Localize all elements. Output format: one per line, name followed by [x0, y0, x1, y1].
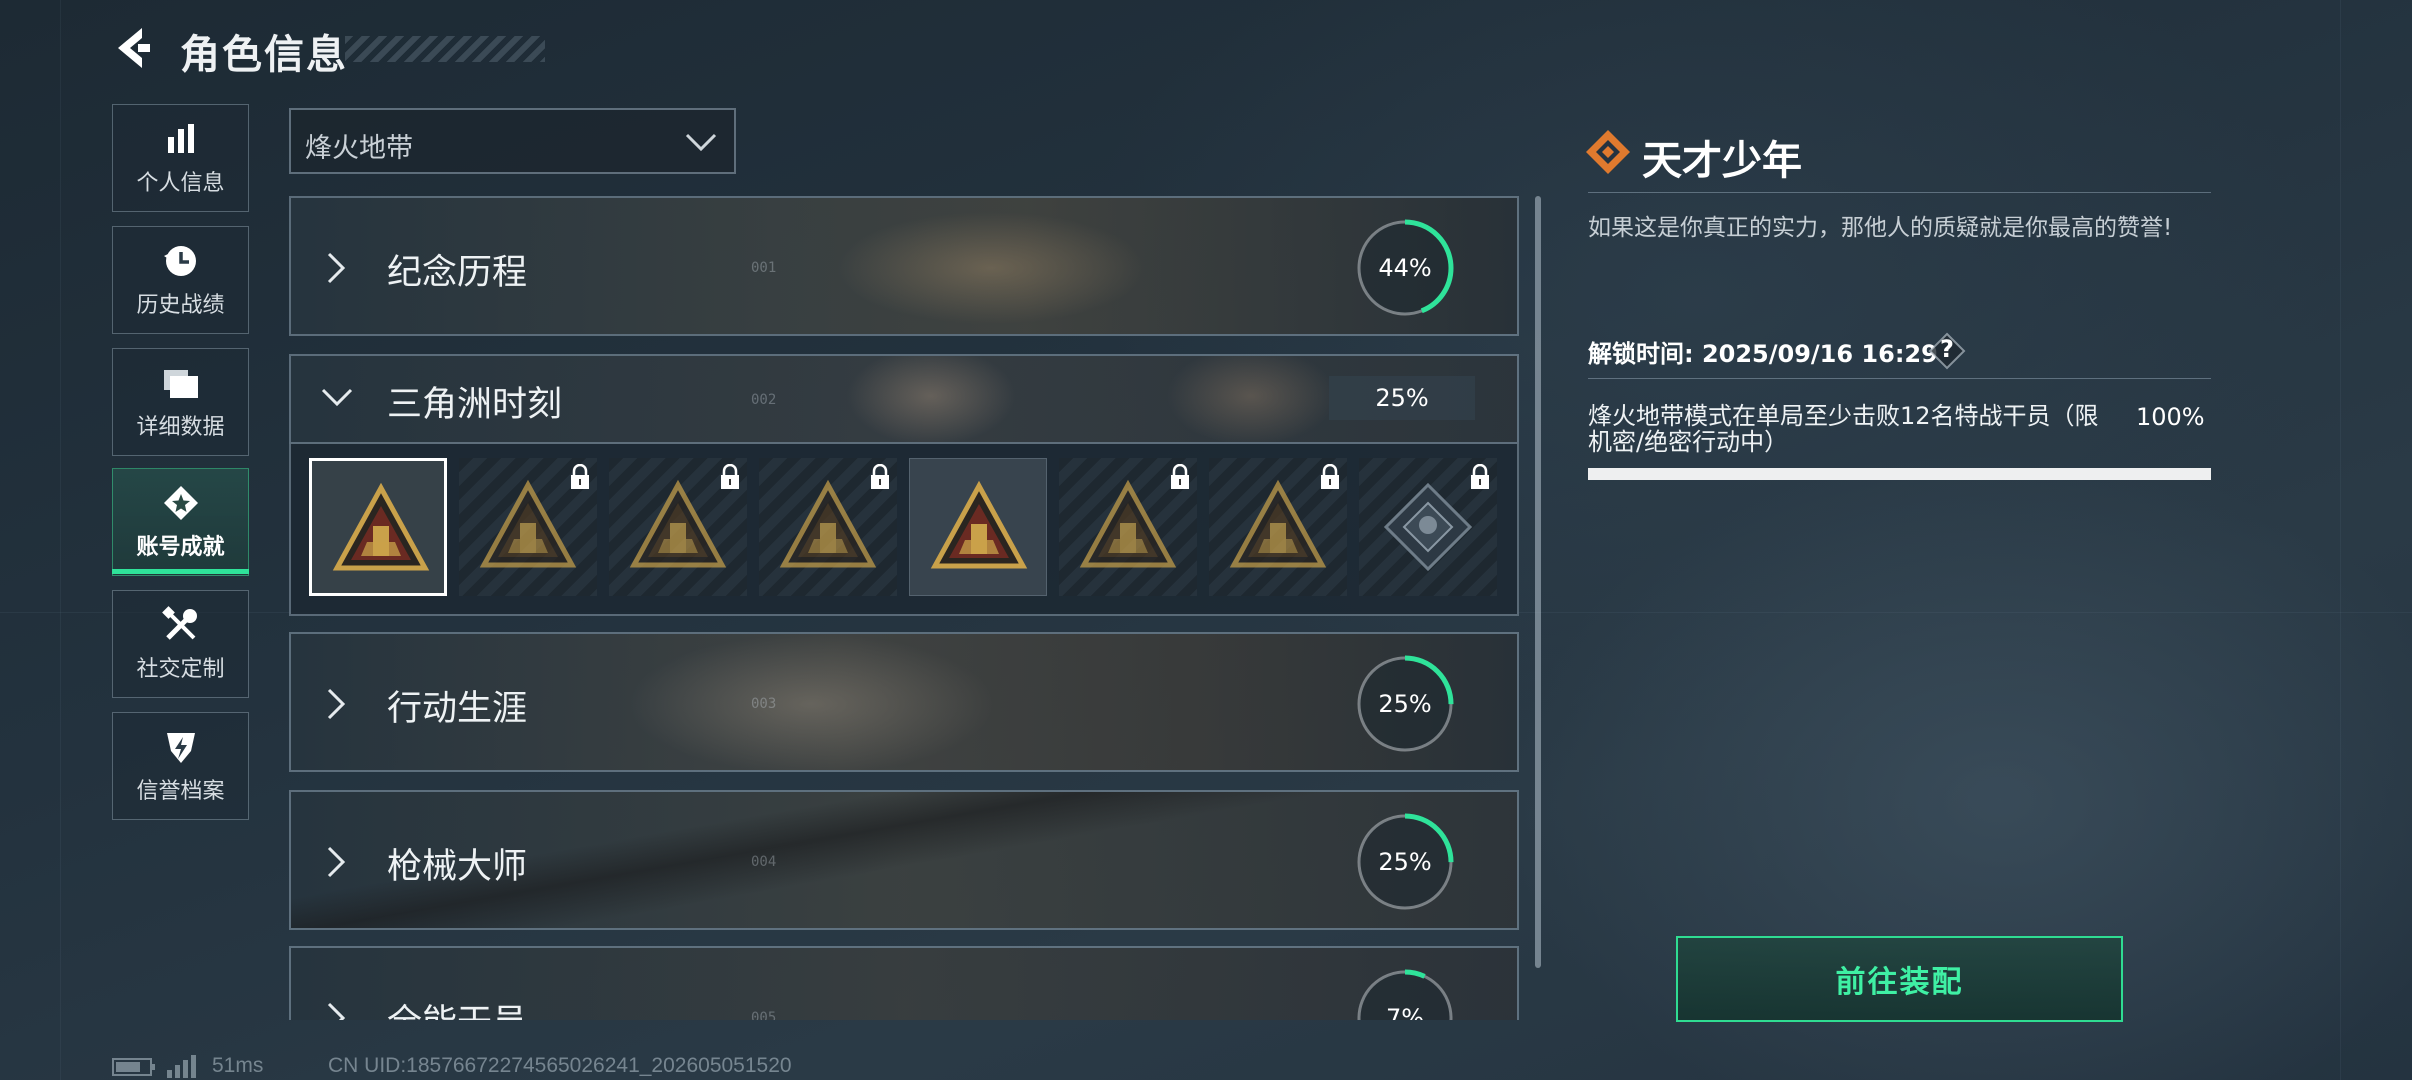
- category-number: 002: [751, 392, 777, 408]
- chevron-right-icon: [327, 688, 346, 720]
- chevron-right-icon: [327, 1002, 346, 1020]
- nav-history[interactable]: 历史战绩: [112, 226, 249, 334]
- history-clock-icon: [161, 241, 201, 281]
- nav-label: 社交定制: [136, 657, 225, 682]
- achievement-description: 如果这是你真正的实力，那他人的质疑就是你最高的赞誉!: [1588, 215, 2173, 241]
- category-label: 枪械大师: [387, 847, 528, 887]
- uid-text: CN UID:18576672274565026241_202605051520: [328, 1054, 792, 1077]
- progress-percent: 25%: [1378, 848, 1432, 876]
- progress-ring: 25%: [1355, 654, 1455, 754]
- lock-icon: [1321, 464, 1339, 489]
- signal-icon: [167, 1055, 196, 1078]
- help-button[interactable]: ?: [1928, 332, 1966, 370]
- progress-ring: 25%: [1355, 812, 1455, 912]
- category-number: 004: [751, 854, 777, 870]
- achievement-title: 天才少年: [1642, 138, 1802, 184]
- nav-reputation[interactable]: 信誉档案: [112, 712, 249, 820]
- badge-tile[interactable]: [909, 458, 1047, 596]
- badge-tile[interactable]: [1209, 458, 1347, 596]
- category-row-operation-career[interactable]: 行动生涯 003 25%: [289, 632, 1519, 772]
- nav-account-achievements[interactable]: 账号成就: [112, 468, 249, 576]
- chevron-down-icon: [321, 388, 353, 407]
- category-label: 三角洲时刻: [387, 385, 563, 425]
- help-label: ?: [1940, 335, 1954, 363]
- battery-icon: [112, 1058, 155, 1076]
- bar-chart-icon: [161, 119, 201, 159]
- badge-tile[interactable]: [459, 458, 597, 596]
- page-title: 角色信息: [180, 32, 348, 78]
- unlock-time: 解锁时间: 2025/09/16 16:29: [1588, 340, 1938, 368]
- nav-label: 信誉档案: [136, 779, 225, 804]
- nav-label: 账号成就: [136, 535, 225, 560]
- nav-active-indicator: [112, 569, 249, 574]
- achievement-diamond-icon: [1586, 130, 1630, 174]
- lock-icon: [871, 464, 889, 489]
- tower-badge-icon: [332, 482, 430, 571]
- category-row-weapon-master[interactable]: 枪械大师 004 25%: [289, 790, 1519, 930]
- badge-tile[interactable]: [759, 458, 897, 596]
- category-label: 纪念历程: [387, 253, 528, 293]
- progress-percent: 25%: [1329, 376, 1475, 420]
- list-scrollbar[interactable]: [1535, 196, 1541, 968]
- ping-text: 51ms: [212, 1054, 264, 1077]
- soldiers-badge-icon: [1079, 479, 1177, 568]
- vault-badge-icon: [479, 479, 577, 568]
- rose-badge-icon: [1383, 482, 1473, 572]
- lock-icon: [721, 464, 739, 489]
- achievement-star-icon: [161, 483, 201, 523]
- back-icon[interactable]: [112, 26, 154, 70]
- reputation-shield-icon: [161, 727, 201, 767]
- progress-percent: 44%: [1378, 254, 1432, 282]
- requirement-progress-bar: [1588, 468, 2211, 480]
- lock-icon: [1471, 464, 1489, 489]
- progress-ring: 7%: [1355, 968, 1455, 1020]
- requirement-progress: 100%: [2136, 403, 2205, 431]
- requirement-text: 烽火地带模式在单局至少击败12名特战干员（限机密/绝密行动中）: [1588, 402, 2099, 456]
- category-number: 001: [751, 260, 777, 276]
- header-decoration: [345, 36, 545, 62]
- chevron-right-icon: [327, 846, 346, 878]
- go-equip-button[interactable]: 前往装配: [1676, 936, 2123, 1022]
- nav-personal-info[interactable]: 个人信息: [112, 104, 249, 212]
- lock-icon: [1171, 464, 1189, 489]
- chevron-right-icon: [327, 252, 346, 284]
- badge-tile[interactable]: [609, 458, 747, 596]
- figure-badge-icon: [629, 479, 727, 568]
- badge-grid: [289, 442, 1519, 616]
- badge-tile[interactable]: [1059, 458, 1197, 596]
- category-number: 003: [751, 696, 777, 712]
- nav-label: 详细数据: [136, 415, 225, 440]
- category-list: 纪念历程 001 44% 三角洲时刻 002 25% 行动生涯 003 25% …: [289, 196, 1519, 1020]
- category-row-all-round-operator[interactable]: 全能干员 005 7%: [289, 946, 1519, 1020]
- tools-icon: [161, 605, 201, 645]
- mode-dropdown-value: 烽火地带: [305, 133, 413, 164]
- folder-icon: [161, 363, 201, 403]
- squad-badge-icon: [930, 480, 1028, 569]
- lock-icon: [571, 464, 589, 489]
- progress-percent: 7%: [1385, 1004, 1425, 1020]
- badge-tile[interactable]: [309, 458, 447, 596]
- badge-tile[interactable]: [1359, 458, 1497, 596]
- beast-badge-icon: [779, 479, 877, 568]
- category-row-memorial[interactable]: 纪念历程 001 44%: [289, 196, 1519, 336]
- chevron-down-icon: [685, 133, 717, 152]
- category-row-delta-moments[interactable]: 三角洲时刻 002 25%: [289, 354, 1519, 444]
- dragon-badge-icon: [1229, 479, 1327, 568]
- category-number: 005: [751, 1010, 777, 1020]
- category-label: 全能干员: [387, 994, 527, 1020]
- nav-label: 历史战绩: [136, 293, 225, 318]
- nav-detailed-data[interactable]: 详细数据: [112, 348, 249, 456]
- progress-percent: 25%: [1378, 690, 1432, 718]
- divider: [1588, 378, 2211, 379]
- nav-label: 个人信息: [136, 171, 225, 196]
- category-label: 行动生涯: [387, 689, 528, 729]
- nav-social-custom[interactable]: 社交定制: [112, 590, 249, 698]
- progress-ring: 44%: [1355, 218, 1455, 318]
- mode-dropdown[interactable]: 烽火地带: [289, 108, 736, 174]
- divider: [1588, 192, 2211, 193]
